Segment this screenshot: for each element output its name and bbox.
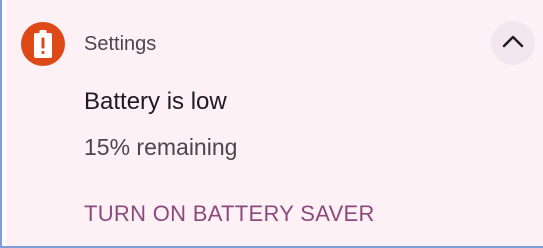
notification-title: Battery is low: [84, 88, 227, 115]
app-name: Settings: [84, 33, 157, 55]
chevron-up-icon: [502, 34, 524, 53]
screenshot-frame: Settings Battery is low 15% remaining TU…: [0, 0, 543, 248]
battery-alert-icon: [21, 22, 65, 66]
battery-notification[interactable]: Settings Battery is low 15% remaining TU…: [6, 0, 543, 246]
action-label: TURN ON BATTERY SAVER: [84, 201, 375, 226]
turn-on-battery-saver-button[interactable]: TURN ON BATTERY SAVER: [76, 192, 383, 236]
notification-body: 15% remaining: [84, 134, 238, 160]
collapse-button[interactable]: [491, 21, 535, 65]
